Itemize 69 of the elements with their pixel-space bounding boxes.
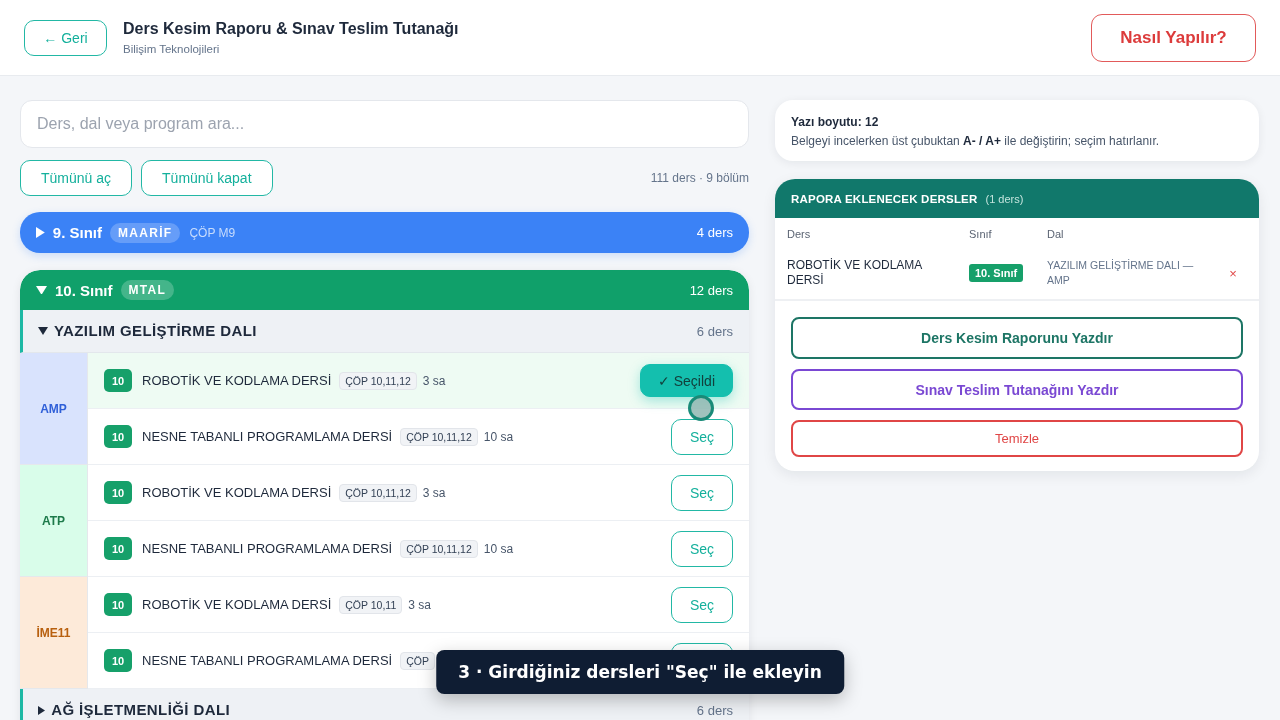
curriculum-tag: ÇÖP 10,11,12 [339, 371, 417, 390]
grade-badge: 10 [104, 425, 132, 448]
grade-badge: 10 [104, 369, 132, 392]
grade-header[interactable]: 10. Sınıf MTAL 12 ders [20, 270, 749, 310]
font-size-title: Yazı boyutu: 12 [791, 115, 880, 129]
page-subtitle: Bilişim Teknolojileri [123, 43, 221, 55]
select-button[interactable]: ✓ Seçildi [639, 364, 733, 397]
column-header: Ders [787, 228, 812, 240]
branch-cell-text: YAZILIM GELİŞTİRME DALI — AMP [1047, 258, 1195, 288]
course-count: 4 ders [696, 225, 733, 240]
back-button[interactable]: ← Geri [24, 19, 107, 56]
branch-count: 6 ders [696, 323, 733, 339]
page-title: Ders Kesim Raporu & Sınav Teslim Tutanağı [123, 20, 459, 38]
branch-header[interactable]: AĞ İŞLETMENLİĞİ DALI 6 ders [20, 689, 749, 720]
curriculum-tag: ÇÖP 10,11,12 [339, 483, 417, 502]
program-label: İME11 [20, 577, 88, 689]
grade-badge: 10 [104, 481, 132, 504]
grade-badge: 10 [104, 537, 132, 560]
clear-button[interactable]: Temizle [791, 420, 1243, 457]
column-header: Dal [1047, 228, 1065, 240]
column-header: Sınıf [969, 228, 993, 240]
hours-text: 10 sa [483, 429, 514, 444]
branch-title: AĞ İŞLETMENLİĞİ DALI [51, 702, 231, 718]
print-record-button[interactable]: Sınav Teslim Tutanağını Yazdır [791, 369, 1243, 410]
program-label: AMP [20, 353, 88, 465]
search-field[interactable]: Ders, dal veya program ara... [20, 100, 749, 148]
course-name: ROBOTİK VE KODLAMA DERSİ [142, 597, 332, 612]
collapse-all-button[interactable]: Tümünü kapat [141, 160, 273, 196]
report-title: RAPORA EKLENECEK DERSLER [791, 192, 978, 205]
course-name: NESNE TABANLI PROGRAMLAMA DERSİ [142, 541, 393, 556]
course-count: 12 ders [689, 282, 733, 298]
select-button[interactable]: Seç [671, 530, 733, 567]
help-button[interactable]: Nasıl Yapılır? [1091, 13, 1256, 62]
grade-badge: 10 [104, 649, 132, 672]
grade-title: 10. Sınıf [55, 281, 113, 299]
grade-badge: 10. Sınıf [969, 264, 1024, 282]
expand-all-button[interactable]: Tümünü aç [20, 160, 133, 196]
course-name: NESNE TABANLI PROGRAMLAMA DERSİ [142, 653, 393, 668]
curriculum-tag: ÇÖP [400, 651, 435, 670]
branch-count: 6 ders [696, 702, 733, 718]
course-name: NESNE TABANLI PROGRAMLAMA DERSİ [142, 429, 393, 444]
curriculum-tag: ÇÖP 10,11 [339, 595, 403, 614]
course-name: ROBOTİK VE KODLAMA DERSİ [142, 373, 332, 388]
hours-text: 3 sa [422, 485, 446, 500]
curriculum-badge: MTAL [120, 280, 175, 300]
grade-title: 9. Sınıf [52, 224, 102, 241]
select-button[interactable]: Seç [671, 586, 733, 623]
curriculum-tag: ÇÖP 10,11,12 [400, 427, 478, 446]
curriculum-badge: MAARİF [110, 222, 181, 243]
remove-button[interactable]: × [1229, 265, 1237, 281]
program-code: ÇÖP M9 [189, 225, 236, 240]
tutorial-toast: 3 · Girdiğiniz dersleri "Seç" ile ekleyin [436, 650, 844, 694]
report-count: (1 ders) [985, 192, 1024, 205]
hours-text: 10 sa [483, 541, 514, 556]
branch-header[interactable]: YAZILIM GELİŞTİRME DALI 6 ders [20, 310, 749, 353]
course-name-cell-text: ROBOTİK VE KODLAMA DERSİ [787, 258, 923, 288]
hours-text: 3 sa [408, 597, 431, 612]
hours-text: 3 sa [422, 373, 446, 388]
select-button[interactable]: Seç [671, 418, 733, 455]
print-report-button[interactable]: Ders Kesim Raporunu Yazdır [791, 317, 1243, 359]
program-label: ATP [20, 465, 88, 577]
course-summary: 111 ders · 9 bölüm [650, 171, 749, 185]
curriculum-tag: ÇÖP 10,11,12 [400, 539, 478, 558]
grade-badge: 10 [104, 593, 132, 616]
branch-title: YAZILIM GELİŞTİRME DALI [54, 323, 257, 339]
course-name: ROBOTİK VE KODLAMA DERSİ [142, 485, 332, 500]
font-size-hint: Belgeyi incelerken üst çubuktan A- / A+ ile değiştirin; seçim hatırlanır. [791, 134, 1161, 148]
grade-header[interactable]: 9. Sınıf MAARİF ÇÖP M9 4 ders [20, 212, 749, 253]
select-button[interactable]: Seç [671, 474, 733, 511]
